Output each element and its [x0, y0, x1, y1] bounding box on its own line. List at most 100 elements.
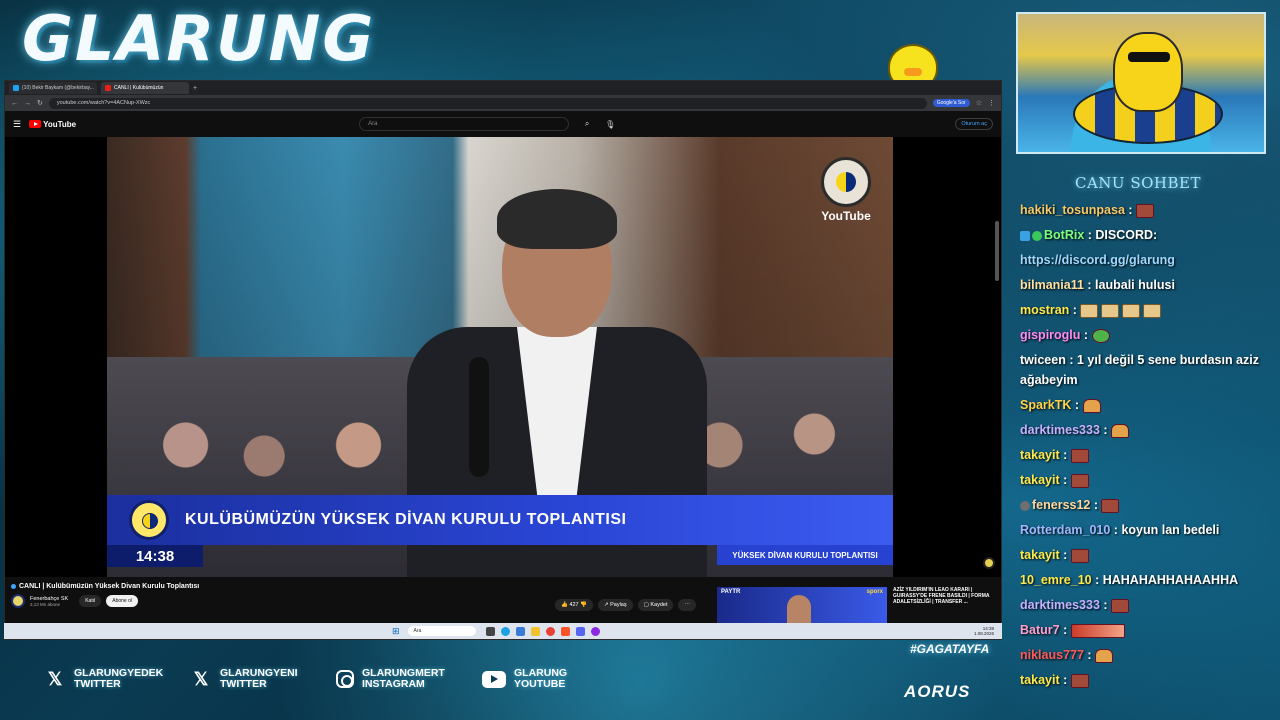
- social-line2: YOUTUBE: [514, 678, 566, 690]
- back-icon[interactable]: ←: [11, 100, 18, 107]
- join-button[interactable]: Katıl: [79, 595, 102, 607]
- chat-username[interactable]: takayit: [1020, 548, 1060, 562]
- chat-message: Batur7 :: [1020, 620, 1270, 640]
- tab-youtube[interactable]: CANLI | Kulübümüzün: [101, 82, 189, 94]
- chat-username[interactable]: hakiki_tosunpasa: [1020, 203, 1125, 217]
- chat-username[interactable]: fenerss12: [1032, 498, 1090, 512]
- chat-username[interactable]: darktimes333: [1020, 598, 1100, 612]
- new-tab-icon[interactable]: +: [193, 85, 197, 92]
- recommended-title[interactable]: AZİZ YILDIRIM'IN LEAO KARARI | GUIRASSY'…: [893, 587, 997, 605]
- video-frame: YouTube KULÜBÜMÜZÜN YÜKSEK DİVAN KURULU …: [107, 137, 893, 577]
- chat-emote-icon: [1082, 398, 1101, 413]
- tab-bar: (10) Bekir Baykam (@bekirbay... CANLI | …: [5, 81, 1001, 95]
- x-icon: 𝕏: [47, 668, 63, 689]
- like-count: 427: [569, 602, 579, 608]
- youtube-watermark: YouTube: [821, 157, 871, 223]
- chat-username[interactable]: darktimes333: [1020, 423, 1100, 437]
- video-player[interactable]: YouTube KULÜBÜMÜZÜN YÜKSEK DİVAN KURULU …: [5, 137, 1001, 577]
- subscribe-button[interactable]: Abone ol: [106, 595, 138, 607]
- menu-dots-icon[interactable]: ⋮: [988, 99, 995, 107]
- search-icon[interactable]: ⌕: [577, 117, 597, 131]
- chat-emote-icon: [1095, 648, 1114, 663]
- chat-username[interactable]: 10_emre_10: [1020, 573, 1092, 587]
- chat-message: takayit :: [1020, 545, 1270, 565]
- search-input[interactable]: Ara: [359, 117, 570, 131]
- chat-link[interactable]: https://discord.gg/glarung: [1020, 253, 1175, 267]
- chat-message: twiceen : 1 yıl değil 5 sene burdasın az…: [1020, 350, 1270, 390]
- share-label: Paylaş: [610, 602, 627, 608]
- google-ask-button[interactable]: Google'a Sor: [932, 99, 970, 107]
- chat-username[interactable]: takayit: [1020, 473, 1060, 487]
- chat-username[interactable]: gispiroglu: [1020, 328, 1080, 342]
- chat-emote-icon: [1080, 303, 1099, 318]
- x-icon: 𝕏: [193, 668, 209, 689]
- chat-username[interactable]: mostran: [1020, 303, 1069, 317]
- chrome-icon[interactable]: [545, 626, 555, 636]
- chat-emote-icon: [1070, 548, 1089, 563]
- discord-icon[interactable]: [575, 626, 585, 636]
- rec-face: [787, 595, 811, 623]
- chat-username[interactable]: bilmania11: [1020, 278, 1084, 292]
- taskbar-search[interactable]: Ara: [407, 626, 476, 636]
- thumbs-down-icon[interactable]: 👎: [580, 602, 587, 608]
- chat-separator: :: [1065, 353, 1077, 367]
- chat-message: darktimes333 :: [1020, 595, 1270, 615]
- share-button[interactable]: ↗ Paylaş: [597, 599, 633, 611]
- youtube-logo[interactable]: YouTube: [29, 120, 76, 129]
- save-label: Kaydet: [650, 602, 668, 608]
- taskbar-apps: [485, 626, 600, 636]
- edge-icon[interactable]: [500, 626, 510, 636]
- more-icon[interactable]: ⋯: [678, 599, 696, 611]
- signin-button[interactable]: Oturum aç: [955, 118, 993, 130]
- club-crest-icon: [129, 500, 169, 540]
- overlay-title: GLARUNG: [22, 2, 376, 75]
- chat-message: fenerss12 :: [1020, 495, 1270, 515]
- chat-separator: :: [1083, 648, 1096, 662]
- chat-message: BotRix : DISCORD:: [1020, 225, 1270, 245]
- chat-username[interactable]: niklaus777: [1020, 648, 1084, 662]
- chat-username[interactable]: takayit: [1020, 673, 1060, 687]
- video-info: CANLI | Kulübümüzün Yüksek Divan Kurulu …: [5, 581, 1001, 623]
- channel-subscribers: 3,13 Mn abone: [30, 601, 61, 607]
- system-clock[interactable]: 14:38 1.08.2026: [974, 626, 994, 637]
- recommended-thumbnail[interactable]: PAYTR sporx: [717, 587, 887, 623]
- chat-username[interactable]: takayit: [1020, 448, 1060, 462]
- chat-emote-icon: [1122, 303, 1141, 318]
- youtube-logo-text: YouTube: [43, 119, 77, 129]
- youtube-play-icon: [29, 120, 42, 128]
- social-instagram: GLARUNGMERT INSTAGRAM: [336, 668, 445, 690]
- rec-label: PAYTR: [721, 589, 741, 595]
- save-button[interactable]: ▢ Kaydet: [637, 599, 674, 611]
- hamburger-menu-icon[interactable]: ☰: [13, 119, 21, 130]
- webcam-frame: [1016, 12, 1266, 154]
- channel-avatar[interactable]: [11, 594, 25, 608]
- star-icon[interactable]: ☆: [976, 99, 982, 107]
- chat-list: hakiki_tosunpasa : BotRix : DISCORD: http…: [1014, 200, 1270, 695]
- tab-x[interactable]: (10) Bekir Baykam (@bekirbay...: [9, 82, 97, 94]
- channel-name[interactable]: Fenerbahçe SK: [30, 596, 68, 602]
- forward-icon[interactable]: →: [24, 100, 31, 107]
- task-view-icon[interactable]: [485, 626, 495, 636]
- chat-message: https://discord.gg/glarung: [1020, 250, 1270, 270]
- chat-separator: :: [1083, 278, 1096, 292]
- store-icon[interactable]: [515, 626, 525, 636]
- folder-icon[interactable]: [530, 626, 540, 636]
- chat-username[interactable]: Batur7: [1020, 623, 1060, 637]
- obs-icon[interactable]: [590, 626, 600, 636]
- chat-username[interactable]: BotRix: [1044, 228, 1084, 242]
- chat-username[interactable]: Rotterdam_010: [1020, 523, 1110, 537]
- chat-username[interactable]: twiceen: [1020, 353, 1066, 367]
- chat-username[interactable]: SparkTK: [1020, 398, 1071, 412]
- like-button[interactable]: 👍 427 👎: [555, 599, 593, 611]
- microphone-icon[interactable]: 🎙: [605, 120, 615, 129]
- scrollbar[interactable]: [995, 221, 999, 281]
- reload-icon[interactable]: ↻: [37, 99, 43, 107]
- chat-message: darktimes333 :: [1020, 420, 1270, 440]
- windows-start-icon[interactable]: ⊞: [392, 626, 400, 637]
- chat-separator: :: [1124, 203, 1137, 217]
- chat-separator: :: [1084, 228, 1096, 242]
- brave-icon[interactable]: [560, 626, 570, 636]
- chat-text: laubali hulusi: [1095, 278, 1175, 292]
- tab-label: CANLI | Kulübümüzün: [114, 85, 164, 91]
- url-field[interactable]: youtube.com/watch?v=4ACNup-XWzc: [48, 97, 927, 109]
